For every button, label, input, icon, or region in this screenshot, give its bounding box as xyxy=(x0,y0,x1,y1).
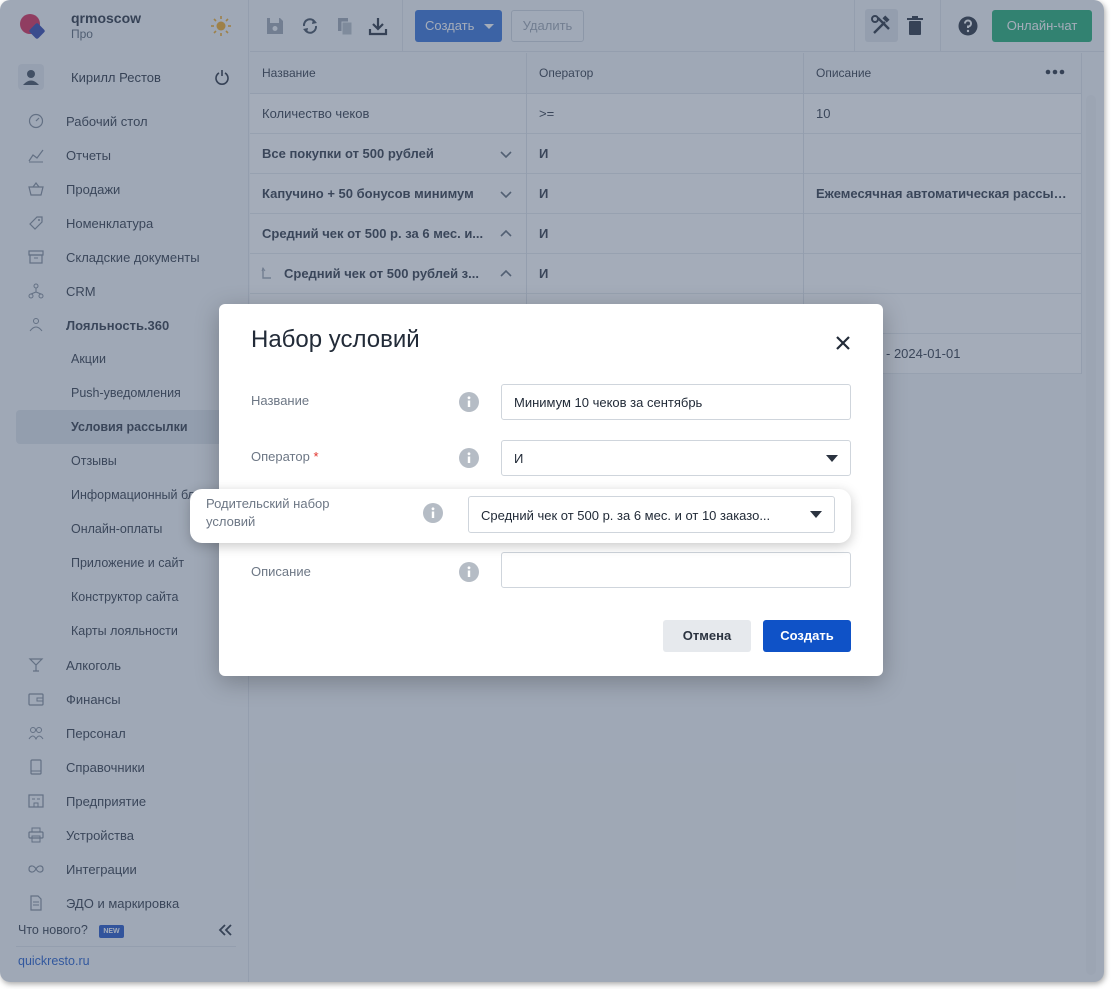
dropdown-arrow-icon xyxy=(826,455,838,462)
description-input[interactable] xyxy=(501,552,851,588)
parent-set-label: Родительский набор условий xyxy=(206,496,330,529)
parent-set-select-value: Средний чек от 500 р. за 6 мес. и от 10 … xyxy=(481,508,771,523)
parent-set-field: Родительский набор условий Средний чек о… xyxy=(190,489,851,543)
operator-label-text: Оператор xyxy=(251,449,310,464)
name-input-value: Минимум 10 чеков за сентябрь xyxy=(514,395,703,410)
operator-label: Оператор * xyxy=(251,449,319,464)
description-label: Описание xyxy=(251,564,311,579)
info-icon[interactable] xyxy=(459,448,479,468)
app-window: qrmoscow Про Кирилл Рестов xyxy=(0,0,1104,982)
close-icon[interactable] xyxy=(836,336,850,350)
name-input[interactable]: Минимум 10 чеков за сентябрь xyxy=(501,384,851,420)
info-icon[interactable] xyxy=(459,562,479,582)
operator-select[interactable]: И xyxy=(501,440,851,476)
info-icon[interactable] xyxy=(459,392,479,412)
submit-create-button[interactable]: Создать xyxy=(763,620,851,652)
name-label: Название xyxy=(251,393,310,408)
info-icon[interactable] xyxy=(423,503,443,523)
operator-select-value: И xyxy=(514,451,524,466)
dialog-title: Набор условий xyxy=(251,326,420,353)
dropdown-arrow-icon xyxy=(810,511,822,518)
parent-set-select[interactable]: Средний чек от 500 р. за 6 мес. и от 10 … xyxy=(468,496,835,533)
cancel-button[interactable]: Отмена xyxy=(663,620,751,652)
required-marker: * xyxy=(313,449,319,464)
